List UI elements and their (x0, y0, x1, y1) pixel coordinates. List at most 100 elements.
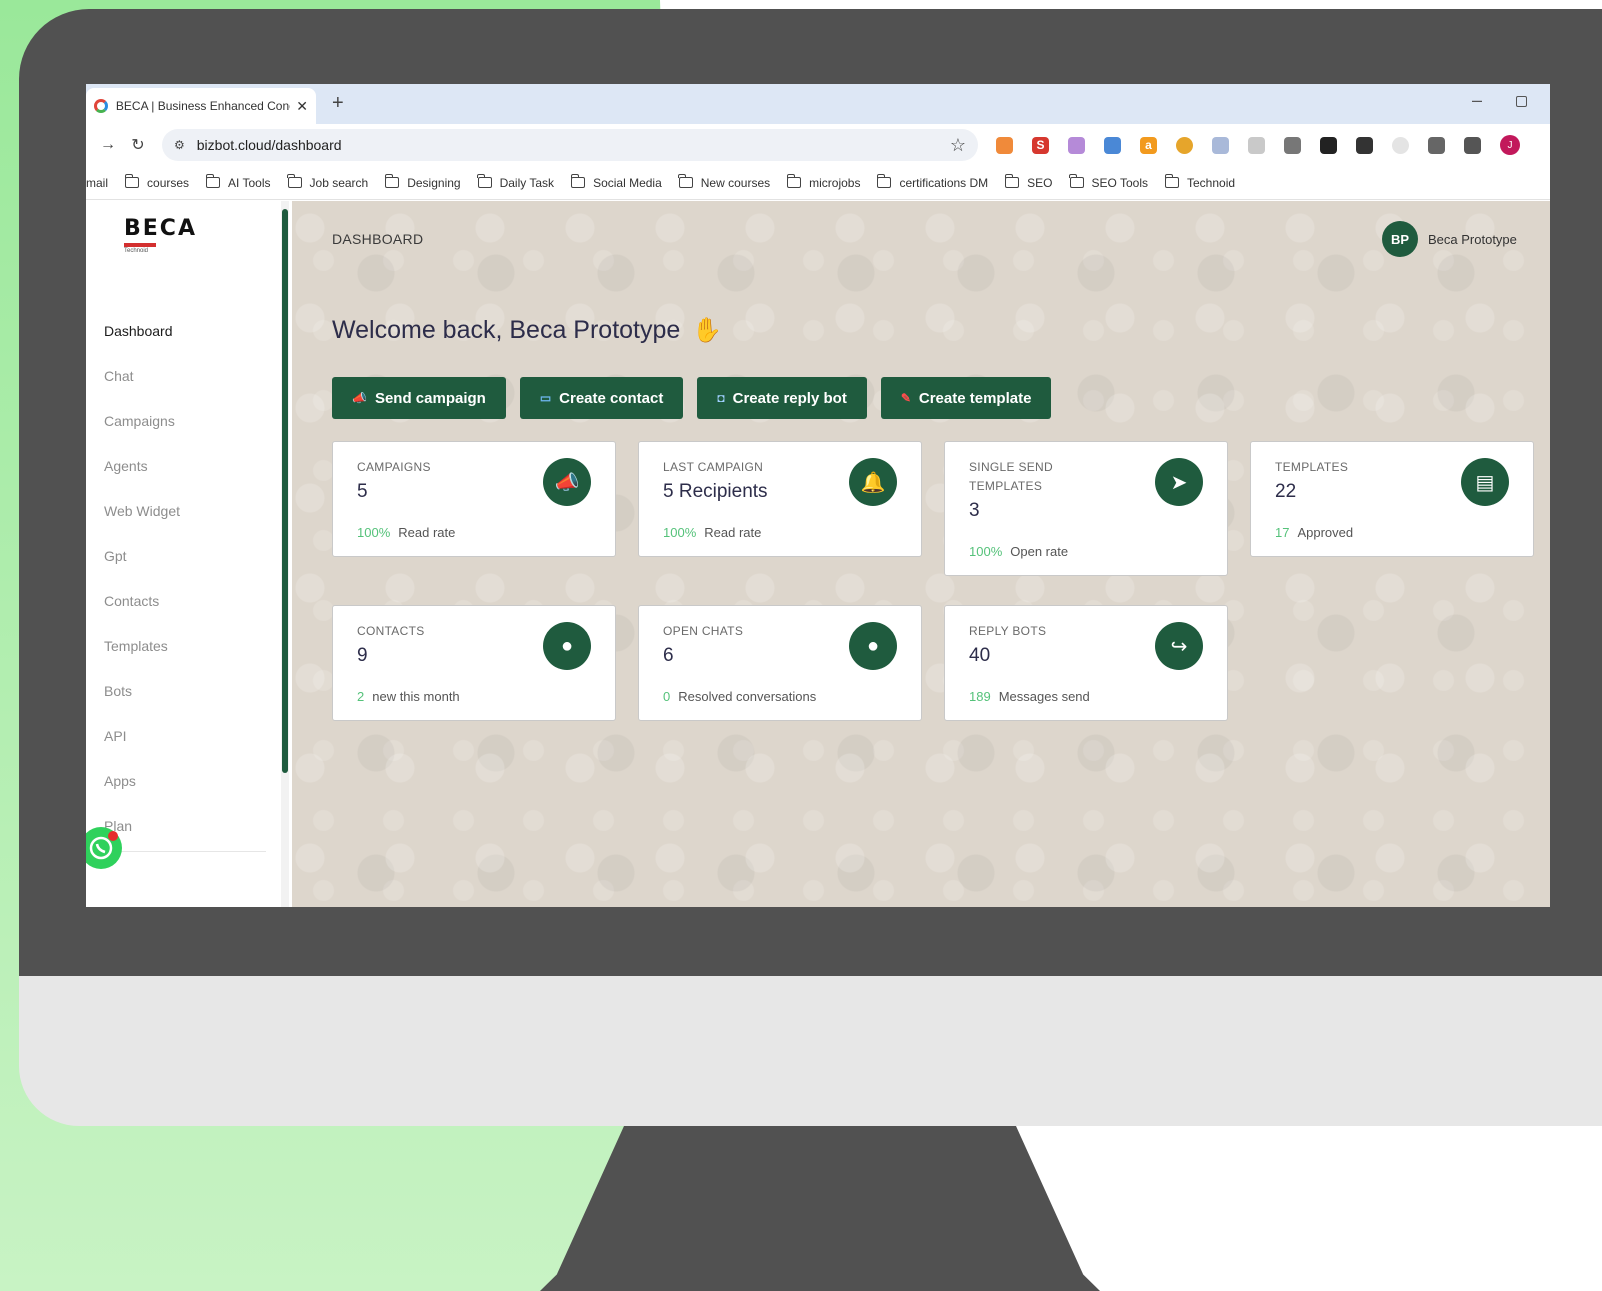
last-campaign-card[interactable]: LAST CAMPAIGN 5 Recipients 100% Read rate 🔔 (638, 441, 922, 557)
url-text[interactable]: bizbot.cloud/dashboard (197, 137, 950, 153)
create-contact-button[interactable]: ▭ Create contact (519, 377, 684, 419)
card-label: CAMPAIGNS (357, 460, 431, 474)
bookmark-item[interactable]: certifications DM (876, 174, 989, 190)
bookmark-item[interactable]: Technoid (1164, 174, 1236, 190)
bookmark-label: New courses (700, 175, 771, 190)
media-control-icon[interactable] (1464, 136, 1481, 154)
card-footer-text: Read rate (704, 525, 762, 540)
user-name[interactable]: Beca Prototype (1428, 232, 1517, 247)
bookmark-item[interactable]: Social Media (570, 174, 662, 190)
forward-icon[interactable]: → (100, 136, 116, 154)
browser-tab[interactable]: BECA | Business Enhanced Conc ✕ (86, 88, 316, 124)
send-campaign-button[interactable]: 📣 Send campaign (332, 377, 506, 419)
bookmark-item[interactable]: mail (86, 176, 108, 190)
bookmark-item[interactable]: Daily Task (477, 174, 555, 190)
profile-avatar[interactable]: J (1500, 135, 1520, 155)
bookmark-label: mail (86, 175, 109, 190)
card-footer: 0 Resolved conversations (663, 689, 897, 704)
bookmark-label: Technoid (1187, 175, 1236, 190)
tab-strip: BECA | Business Enhanced Conc ✕ + – (86, 84, 1550, 124)
bookmark-item[interactable]: SEO (1004, 174, 1053, 190)
templates-card[interactable]: TEMPLATES 22 17 Approved ▤ (1250, 441, 1534, 557)
folder-icon (786, 174, 802, 188)
sidebar-item-contacts[interactable]: Contacts (86, 579, 286, 624)
share-arrow-icon: ↪ (1155, 622, 1203, 670)
card-footer-text: Open rate (1010, 544, 1069, 559)
sidebar-item-bots[interactable]: Bots (86, 669, 286, 714)
sidebar-nav: Dashboard Chat Campaigns Agents Web Widget Gp… (86, 309, 286, 849)
brand-logo[interactable]: BECA Technoid (124, 217, 204, 255)
eyedropper-icon[interactable] (1320, 136, 1337, 154)
extension-icon[interactable]: a (1140, 136, 1157, 154)
sidebar-item-gpt[interactable]: Gpt (86, 534, 286, 579)
welcome-heading: Welcome back, Beca Prototype ✋ (332, 316, 722, 345)
user-menu[interactable]: BP Beca Prototype (1382, 221, 1517, 257)
sidebar-item-web-widget[interactable]: Web Widget (86, 489, 286, 534)
user-icon: ● (543, 622, 591, 670)
extension-icon[interactable] (1068, 136, 1085, 154)
sidebar-item-campaigns[interactable]: Campaigns (86, 399, 286, 444)
omnibox[interactable]: ⚙ bizbot.cloud/dashboard ☆ (162, 129, 978, 161)
document-icon: ▤ (1461, 458, 1509, 506)
sidebar-divider (106, 851, 266, 852)
clapping-hands-icon: ✋ (692, 317, 723, 344)
folder-icon (570, 174, 586, 188)
extension-icon[interactable] (1248, 136, 1265, 154)
bookmark-star-icon[interactable]: ☆ (950, 135, 966, 156)
card-highlight: 2 (357, 689, 365, 704)
card-label: LAST CAMPAIGN (663, 460, 764, 474)
sidebar-item-templates[interactable]: Templates (86, 624, 286, 669)
avatar[interactable]: BP (1382, 221, 1418, 257)
bookmark-item[interactable]: SEO Tools (1069, 174, 1148, 190)
extension-icon[interactable] (1356, 136, 1373, 154)
sidebar-scrollbar[interactable] (282, 209, 288, 773)
bookmark-label: certifications DM (899, 175, 989, 190)
logo-subtitle: Technoid (124, 248, 149, 254)
bookmark-item[interactable]: New courses (678, 174, 771, 190)
bookmark-label: Daily Task (499, 175, 555, 190)
sidebar-item-apps[interactable]: Apps (86, 759, 286, 804)
restore-button[interactable] (1516, 96, 1527, 107)
card-footer-text: Messages send (998, 689, 1090, 704)
extension-icon[interactable] (1212, 136, 1229, 154)
bookmark-item[interactable]: microjobs (786, 174, 861, 190)
extension-icon[interactable] (996, 136, 1013, 154)
robot-icon: ◘ (717, 391, 725, 405)
minimize-button[interactable]: – (1472, 90, 1482, 111)
bookmark-item[interactable]: courses (124, 174, 189, 190)
site-settings-icon[interactable]: ⚙ (174, 138, 185, 152)
sidebar-item-agents[interactable]: Agents (86, 444, 286, 489)
favicon-icon (94, 99, 108, 113)
tab-close-icon[interactable]: ✕ (296, 98, 308, 115)
new-tab-button[interactable]: + (332, 92, 344, 115)
card-footer: 189 Messages send (969, 689, 1203, 704)
sidebar-item-dashboard[interactable]: Dashboard (86, 309, 286, 354)
create-reply-bot-button[interactable]: ◘ Create reply bot (697, 377, 867, 419)
bookmark-item[interactable]: AI Tools (205, 174, 271, 190)
extension-icon[interactable] (1392, 136, 1409, 154)
bookmark-label: microjobs (809, 175, 861, 190)
contacts-card[interactable]: CONTACTS 9 2 new this month ● (332, 605, 616, 721)
sidebar-item-api[interactable]: API (86, 714, 286, 759)
browser-window: BECA | Business Enhanced Conc ✕ + – → ↻ … (86, 84, 1550, 907)
open-chats-card[interactable]: OPEN CHATS 6 0 Resolved conversations ● (638, 605, 922, 721)
create-template-button[interactable]: ✎ Create template (880, 377, 1052, 419)
bookmark-item[interactable]: Designing (384, 174, 461, 190)
campaigns-card[interactable]: CAMPAIGNS 5 100% Read rate 📣 (332, 441, 616, 557)
extension-icon[interactable] (1104, 136, 1121, 154)
sidebar-item-chat[interactable]: Chat (86, 354, 286, 399)
monitor-stand (540, 1126, 1100, 1291)
bookmark-item[interactable]: Job search (287, 174, 368, 190)
code-icon[interactable] (1284, 136, 1301, 154)
folder-icon (205, 174, 221, 188)
reload-icon[interactable]: ↻ (130, 135, 146, 155)
single-send-templates-card[interactable]: SINGLE SEND TEMPLATES 3 100% Open rate ➤ (944, 441, 1228, 576)
reply-bots-card[interactable]: REPLY BOTS 40 189 Messages send ↪ (944, 605, 1228, 721)
paper-plane-icon: ➤ (1155, 458, 1203, 506)
bookmark-label: SEO Tools (1091, 175, 1148, 190)
puzzle-icon[interactable] (1428, 136, 1445, 154)
monitor-chin (19, 976, 1602, 1126)
extension-icon[interactable]: S (1032, 136, 1049, 154)
card-highlight: 17 (1275, 525, 1290, 540)
extension-icon[interactable] (1176, 136, 1193, 154)
